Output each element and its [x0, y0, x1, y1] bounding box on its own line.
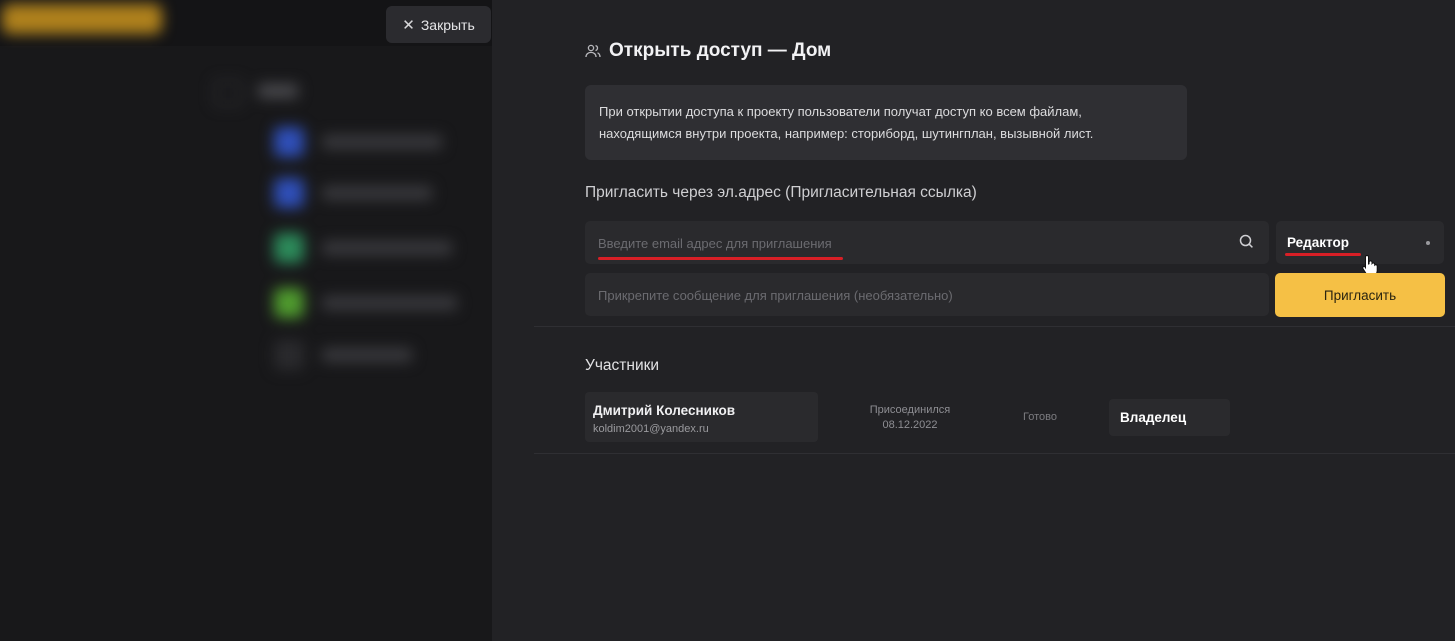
email-field-container	[585, 221, 1269, 266]
background-list-item	[274, 127, 464, 157]
panel-title: Открыть доступ — Дом	[585, 40, 831, 62]
invite-button[interactable]: Пригласить	[1275, 273, 1445, 317]
annotation-underline	[598, 257, 843, 260]
notice-line: находящимся внутри проекта, например: ст…	[599, 126, 1094, 141]
app-root: ✕ Закрыть Открыть доступ — Дом При откры…	[0, 0, 1455, 641]
panel-title-text: Открыть доступ — Дом	[609, 40, 832, 61]
member-email: koldim2001@yandex.ru	[593, 423, 709, 435]
search-icon[interactable]	[1239, 234, 1254, 254]
role-select-value: Редактор	[1287, 235, 1349, 250]
background-app: ✕ Закрыть	[0, 0, 492, 641]
invite-section-label: Пригласить через эл.адрес (Пригласительн…	[585, 184, 977, 201]
background-content-blurred	[0, 0, 492, 641]
member-row: Дмитрий Колесников koldim2001@yandex.ru …	[585, 392, 1245, 442]
share-panel: Открыть доступ — Дом При открытии доступ…	[492, 0, 1455, 641]
background-list-item	[274, 178, 464, 208]
message-field-container	[585, 273, 1269, 318]
joined-label: Присоединился	[869, 404, 951, 416]
divider	[534, 326, 1455, 327]
member-joined: Присоединился 08.12.2022	[855, 403, 965, 433]
background-list-item	[274, 288, 464, 318]
background-list-item	[274, 233, 464, 263]
close-icon: ✕	[402, 16, 415, 34]
background-list-item	[274, 340, 464, 370]
users-icon	[585, 44, 601, 58]
role-select[interactable]: Редактор	[1276, 221, 1444, 264]
member-status: Готово	[1023, 411, 1057, 423]
notice-line: При открытии доступа к проекту пользоват…	[599, 104, 1082, 119]
joined-date: 08.12.2022	[882, 419, 938, 431]
background-logo	[2, 4, 162, 34]
access-notice: При открытии доступа к проекту пользоват…	[585, 85, 1187, 160]
dropdown-icon	[1426, 241, 1430, 245]
members-heading: Участники	[585, 357, 660, 374]
member-name: Дмитрий Колесников	[593, 403, 736, 418]
background-folder-label	[258, 84, 298, 98]
member-card: Дмитрий Колесников koldim2001@yandex.ru	[585, 392, 818, 442]
annotation-underline	[1285, 253, 1361, 256]
close-button-label: Закрыть	[420, 16, 475, 33]
folder-icon	[214, 80, 242, 106]
invite-message-field[interactable]	[596, 273, 1200, 318]
close-button[interactable]: ✕ Закрыть	[386, 6, 491, 43]
divider	[534, 453, 1455, 454]
member-role-badge: Владелец	[1109, 399, 1230, 436]
